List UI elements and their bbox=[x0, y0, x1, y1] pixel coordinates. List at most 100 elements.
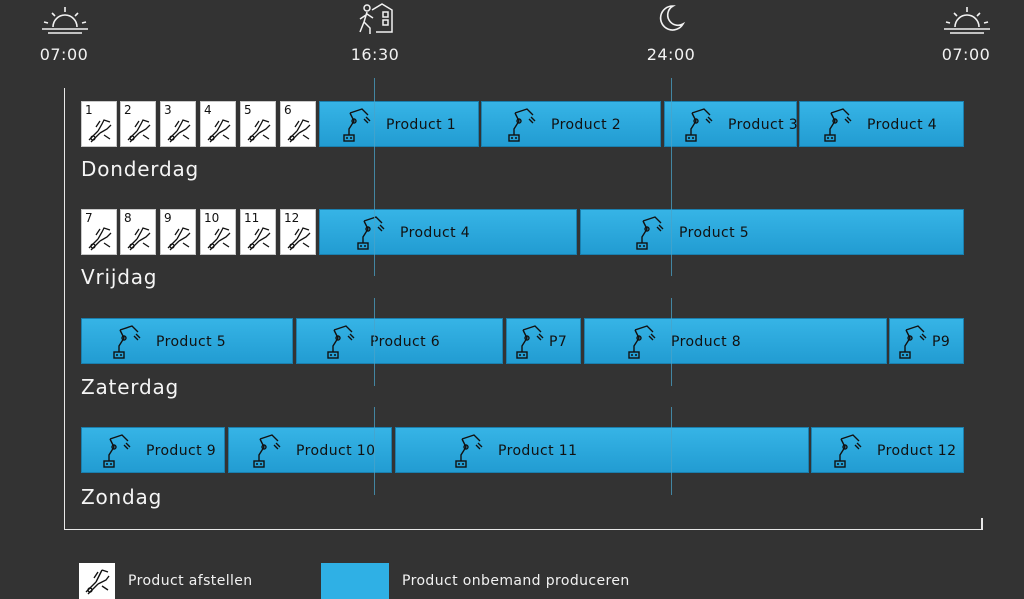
production-block: Product 4 bbox=[319, 209, 577, 255]
setup-block: 3 bbox=[160, 101, 196, 147]
setup-block: 1 bbox=[81, 101, 117, 147]
product-label: Product 3 bbox=[728, 117, 799, 133]
time-guide-line bbox=[671, 298, 672, 386]
setup-block: 5 bbox=[240, 101, 276, 147]
robot-arm-icon bbox=[343, 108, 371, 142]
robot-arm-icon bbox=[899, 325, 927, 359]
setup-tools-icon bbox=[287, 119, 311, 143]
setup-tools-icon bbox=[167, 119, 191, 143]
product-label: P9 bbox=[932, 334, 951, 350]
time-guide-line bbox=[374, 298, 375, 386]
setup-tools-icon bbox=[207, 119, 231, 143]
time-label-midnight: 24:00 bbox=[646, 45, 696, 64]
sunrise-icon bbox=[944, 7, 990, 34]
production-block: P7 bbox=[506, 318, 581, 364]
product-label: Product 4 bbox=[867, 117, 938, 133]
time-guide-line bbox=[374, 407, 375, 495]
legend-setup-label: Product afstellen bbox=[128, 573, 253, 589]
robot-arm-icon bbox=[628, 325, 656, 359]
robot-arm-icon bbox=[103, 434, 131, 468]
setup-tools-icon bbox=[247, 119, 271, 143]
production-block: Product 4 bbox=[799, 101, 964, 147]
time-guide-line bbox=[374, 190, 375, 276]
production-block: P9 bbox=[889, 318, 964, 364]
production-block: Product 3 bbox=[664, 101, 799, 147]
setup-block: 7 bbox=[81, 209, 117, 255]
time-guide-line bbox=[671, 78, 672, 190]
setup-number: 7 bbox=[85, 211, 93, 225]
setup-block: 9 bbox=[160, 209, 196, 255]
setup-number: 4 bbox=[204, 103, 212, 117]
setup-number: 5 bbox=[244, 103, 252, 117]
production-block: Product 9 bbox=[81, 427, 225, 473]
product-label: Product 11 bbox=[498, 443, 578, 459]
production-block: Product 11 bbox=[395, 427, 809, 473]
setup-number: 12 bbox=[284, 211, 300, 225]
day-label: Donderdag bbox=[81, 157, 200, 181]
day-label: Vrijdag bbox=[81, 265, 158, 289]
day-label: Zondag bbox=[81, 485, 163, 509]
production-block: Product 6 bbox=[296, 318, 503, 364]
time-guide-line bbox=[671, 407, 672, 495]
setup-block: 2 bbox=[120, 101, 156, 147]
time-guide-line bbox=[671, 190, 672, 276]
production-block: Product 5 bbox=[580, 209, 964, 255]
product-label: Product 5 bbox=[156, 334, 227, 350]
setup-number: 10 bbox=[204, 211, 220, 225]
moon-icon bbox=[659, 5, 686, 31]
setup-tools-icon bbox=[167, 227, 191, 251]
setup-tools-icon bbox=[207, 227, 231, 251]
production-block: Product 1 bbox=[319, 101, 479, 147]
setup-tools-icon bbox=[287, 227, 311, 251]
product-label: Product 4 bbox=[400, 225, 471, 241]
frame-tick bbox=[981, 518, 983, 530]
production-block: Product 10 bbox=[228, 427, 392, 473]
setup-tools-icon bbox=[127, 119, 151, 143]
setup-number: 11 bbox=[244, 211, 260, 225]
robot-arm-icon bbox=[636, 216, 664, 250]
production-block: Product 2 bbox=[481, 101, 661, 147]
setup-number: 1 bbox=[85, 103, 93, 117]
setup-tools-icon bbox=[88, 227, 112, 251]
product-label: Product 1 bbox=[386, 117, 457, 133]
product-label: Product 5 bbox=[679, 225, 750, 241]
robot-arm-icon bbox=[253, 434, 281, 468]
setup-number: 9 bbox=[164, 211, 172, 225]
worker-leaving-icon bbox=[359, 3, 393, 34]
time-label-start: 07:00 bbox=[39, 45, 89, 64]
setup-number: 6 bbox=[284, 103, 292, 117]
robot-arm-icon bbox=[508, 108, 536, 142]
product-label: Product 12 bbox=[877, 443, 957, 459]
robot-arm-icon bbox=[824, 108, 852, 142]
setup-tools-icon bbox=[247, 227, 271, 251]
robot-arm-icon bbox=[357, 216, 385, 250]
setup-number: 3 bbox=[164, 103, 172, 117]
product-label: Product 10 bbox=[296, 443, 376, 459]
sunrise-icon bbox=[42, 7, 88, 34]
robot-arm-icon bbox=[113, 325, 141, 359]
time-label-shift-end: 16:30 bbox=[350, 45, 400, 64]
robot-arm-icon bbox=[327, 325, 355, 359]
robot-arm-icon bbox=[834, 434, 862, 468]
setup-number: 2 bbox=[124, 103, 132, 117]
day-label: Zaterdag bbox=[81, 375, 180, 399]
setup-tools-icon bbox=[127, 227, 151, 251]
production-block: Product 12 bbox=[811, 427, 964, 473]
setup-block: 11 bbox=[240, 209, 276, 255]
product-label: Product 9 bbox=[146, 443, 217, 459]
setup-number: 8 bbox=[124, 211, 132, 225]
setup-block: 12 bbox=[280, 209, 316, 255]
robot-arm-icon bbox=[685, 108, 713, 142]
production-block: Product 5 bbox=[81, 318, 293, 364]
legend-setup-swatch bbox=[79, 563, 115, 599]
robot-arm-icon bbox=[516, 325, 544, 359]
time-guide-line bbox=[374, 78, 375, 190]
legend-production-label: Product onbemand produceren bbox=[402, 573, 630, 589]
product-label: P7 bbox=[549, 334, 568, 350]
production-block: Product 8 bbox=[584, 318, 887, 364]
legend-production-swatch bbox=[321, 563, 389, 599]
product-label: Product 2 bbox=[551, 117, 622, 133]
setup-block: 10 bbox=[200, 209, 236, 255]
setup-block: 8 bbox=[120, 209, 156, 255]
setup-block: 6 bbox=[280, 101, 316, 147]
